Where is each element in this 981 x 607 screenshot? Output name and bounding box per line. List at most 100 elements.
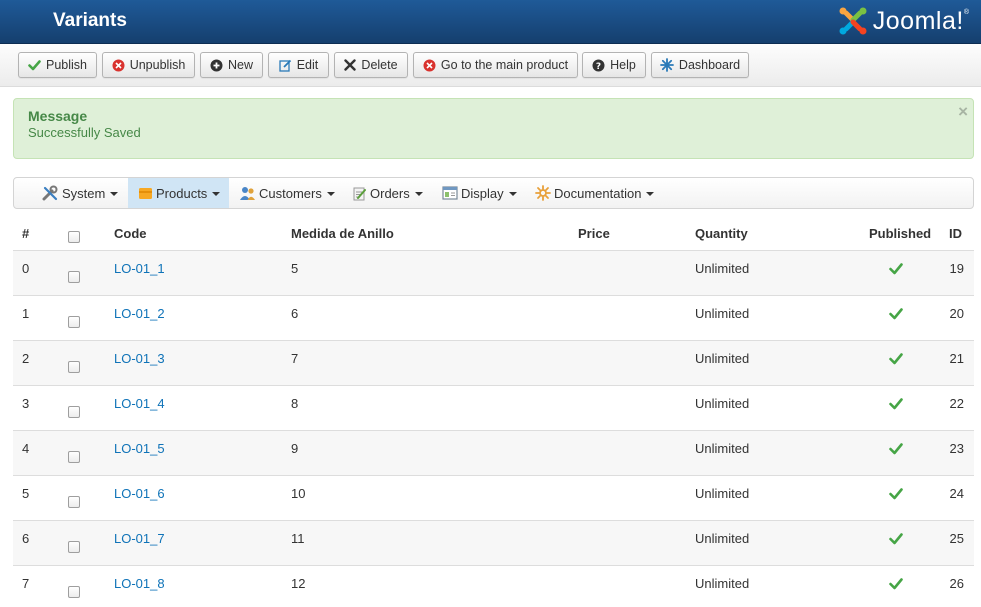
column-header-published[interactable]: Published — [869, 226, 931, 241]
edit-button[interactable]: Edit — [268, 52, 329, 78]
users-icon — [240, 186, 255, 200]
published-check-icon[interactable] — [889, 443, 903, 455]
variants-table: # Code Medida de Anillo Price Quantity P… — [13, 216, 974, 607]
column-header-price[interactable]: Price — [578, 226, 610, 241]
ring-size-value: 5 — [291, 261, 299, 276]
variant-code-link[interactable]: LO-01_4 — [114, 396, 165, 411]
column-header-quantity[interactable]: Quantity — [695, 226, 748, 241]
row-number: 0 — [22, 261, 30, 276]
menu-item-system[interactable]: System — [42, 178, 119, 208]
row-checkbox[interactable] — [68, 586, 80, 598]
publish-button[interactable]: Publish — [18, 52, 97, 78]
delete-button[interactable]: Delete — [334, 52, 408, 78]
table-row: 3 LO-01_4 8 Unlimited 22 — [13, 386, 974, 431]
plus-circle-icon — [210, 59, 223, 71]
question-circle-icon: ? — [592, 59, 605, 72]
published-check-icon[interactable] — [889, 308, 903, 320]
row-number: 5 — [22, 486, 30, 501]
wrench-icon — [42, 185, 58, 201]
row-checkbox[interactable] — [68, 541, 80, 553]
menu-item-products[interactable]: Products — [128, 178, 229, 208]
id-value: 20 — [949, 306, 964, 321]
edit-button-label: Edit — [296, 58, 319, 72]
unpublish-button-label: Unpublish — [129, 58, 186, 72]
menu-item-customers-label: Customers — [259, 185, 322, 201]
delete-button-label: Delete — [361, 58, 398, 72]
table-row: 0 LO-01_1 5 Unlimited 19 — [13, 251, 974, 296]
published-check-icon[interactable] — [889, 488, 903, 500]
published-check-icon[interactable] — [889, 263, 903, 275]
x-circle-icon — [112, 59, 125, 71]
ring-size-value: 6 — [291, 306, 299, 321]
menu-item-customers[interactable]: Customers — [239, 178, 335, 208]
published-check-icon[interactable] — [889, 533, 903, 545]
column-header-code[interactable]: Code — [114, 226, 147, 241]
dashboard-button-label: Dashboard — [678, 58, 741, 72]
column-header-ring-size[interactable]: Medida de Anillo — [291, 226, 394, 241]
new-button-label: New — [227, 58, 253, 72]
ring-size-value: 12 — [291, 576, 306, 591]
joomla-logo[interactable]: Joomla! ® — [837, 3, 969, 39]
menu-item-orders[interactable]: Orders — [352, 178, 423, 208]
row-checkbox[interactable] — [68, 316, 80, 328]
row-checkbox[interactable] — [68, 496, 80, 508]
row-checkbox[interactable] — [68, 271, 80, 283]
publish-button-label: Publish — [46, 58, 87, 72]
variant-code-link[interactable]: LO-01_2 — [114, 306, 165, 321]
id-value: 21 — [949, 351, 964, 366]
help-button[interactable]: ? Help — [582, 52, 646, 78]
menu-item-system-label: System — [62, 185, 106, 201]
published-check-icon[interactable] — [889, 353, 903, 365]
message-text: Successfully Saved — [28, 125, 141, 140]
menu-item-display[interactable]: Display — [442, 178, 517, 208]
variant-code-link[interactable]: LO-01_1 — [114, 261, 165, 276]
help-button-label: Help — [610, 58, 636, 72]
select-all-checkbox[interactable] — [68, 231, 80, 243]
published-check-icon[interactable] — [889, 398, 903, 410]
chevron-down-icon — [326, 192, 335, 196]
new-button[interactable]: New — [200, 52, 263, 78]
folder-icon — [139, 188, 152, 199]
check-icon — [28, 59, 41, 70]
close-icon[interactable]: × — [958, 102, 968, 122]
dashboard-icon — [660, 58, 674, 72]
component-menu: System Products Customers Orders Display… — [13, 177, 974, 209]
variant-code-link[interactable]: LO-01_7 — [114, 531, 165, 546]
column-header-id[interactable]: ID — [949, 226, 962, 241]
row-number: 7 — [22, 576, 30, 591]
quantity-value: Unlimited — [695, 306, 750, 321]
row-number: 6 — [22, 531, 30, 546]
quantity-value: Unlimited — [695, 576, 750, 591]
row-checkbox[interactable] — [68, 406, 80, 418]
gear-icon — [535, 185, 551, 201]
menu-item-products-label: Products — [156, 185, 208, 201]
ring-size-value: 9 — [291, 441, 299, 456]
unpublish-button[interactable]: Unpublish — [102, 52, 195, 78]
go-to-main-product-button[interactable]: Go to the main product — [413, 52, 578, 78]
quantity-value: Unlimited — [695, 441, 750, 456]
id-value: 25 — [949, 531, 964, 546]
logo-text: Joomla! — [872, 6, 964, 35]
row-checkbox[interactable] — [68, 451, 80, 463]
table-row: 4 LO-01_5 9 Unlimited 23 — [13, 431, 974, 476]
chevron-down-icon — [212, 192, 221, 196]
chevron-down-icon — [110, 192, 119, 196]
chevron-down-icon — [414, 192, 423, 196]
id-value: 23 — [949, 441, 964, 456]
variant-code-link[interactable]: LO-01_8 — [114, 576, 165, 591]
dashboard-button[interactable]: Dashboard — [651, 52, 749, 78]
table-header-row: # Code Medida de Anillo Price Quantity P… — [13, 216, 974, 251]
id-value: 26 — [949, 576, 964, 591]
row-number: 2 — [22, 351, 30, 366]
published-check-icon[interactable] — [889, 578, 903, 590]
logo-registered-mark: ® — [963, 8, 969, 16]
row-number: 1 — [22, 306, 30, 321]
menu-item-orders-label: Orders — [370, 185, 410, 201]
variant-code-link[interactable]: LO-01_6 — [114, 486, 165, 501]
ring-size-value: 7 — [291, 351, 299, 366]
window-icon — [442, 186, 458, 200]
menu-item-documentation[interactable]: Documentation — [535, 178, 655, 208]
variant-code-link[interactable]: LO-01_5 — [114, 441, 165, 456]
row-checkbox[interactable] — [68, 361, 80, 373]
variant-code-link[interactable]: LO-01_3 — [114, 351, 165, 366]
